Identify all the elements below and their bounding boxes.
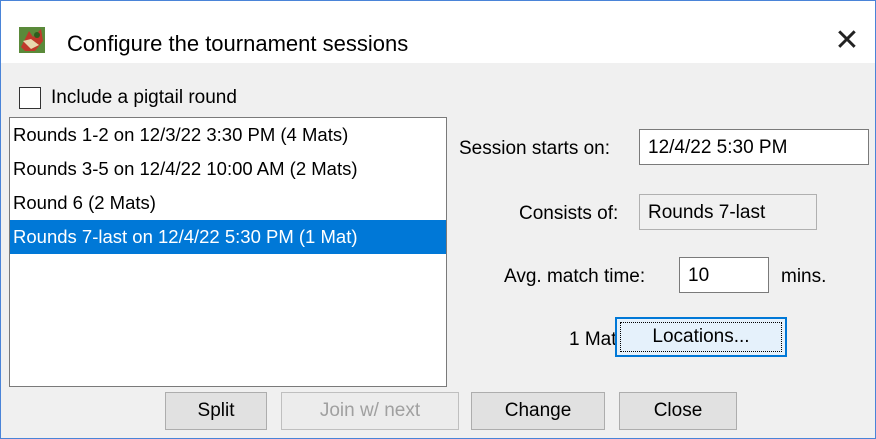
avg-match-unit: mins. [781, 266, 827, 287]
pigtail-checkbox[interactable] [19, 87, 41, 109]
title-bar[interactable]: Configure the tournament sessions ✕ [1, 1, 875, 63]
consists-field: Rounds 7-last [639, 194, 817, 230]
dialog-window: Configure the tournament sessions ✕ Incl… [0, 0, 876, 439]
session-start-input[interactable]: 12/4/22 5:30 PM [639, 129, 869, 165]
focus-ring [620, 322, 782, 352]
consists-label: Consists of: [519, 203, 619, 224]
session-item[interactable]: Rounds 3-5 on 12/4/22 10:00 AM (2 Mats) [10, 152, 446, 186]
session-list[interactable]: Rounds 1-2 on 12/3/22 3:30 PM (4 Mats) R… [9, 117, 447, 387]
session-item-selected[interactable]: Rounds 7-last on 12/4/22 5:30 PM (1 Mat) [10, 220, 446, 254]
avg-match-label: Avg. match time: [504, 266, 646, 287]
change-button[interactable]: Change [471, 392, 605, 430]
session-item[interactable]: Rounds 1-2 on 12/3/22 3:30 PM (4 Mats) [10, 118, 446, 152]
mats-label: 1 Mat [569, 329, 617, 350]
window-title: Configure the tournament sessions [67, 31, 409, 56]
session-item[interactable]: Round 6 (2 Mats) [10, 186, 446, 220]
locations-button[interactable]: Locations... [615, 317, 787, 357]
close-icon[interactable]: ✕ [829, 23, 865, 59]
split-button[interactable]: Split [165, 392, 267, 430]
tournament-app-icon [19, 27, 45, 53]
close-button[interactable]: Close [619, 392, 737, 430]
join-next-button[interactable]: Join w/ next [281, 392, 459, 430]
pigtail-label: Include a pigtail round [51, 87, 237, 108]
starts-label: Session starts on: [459, 138, 611, 159]
avg-match-input[interactable]: 10 [679, 257, 769, 293]
